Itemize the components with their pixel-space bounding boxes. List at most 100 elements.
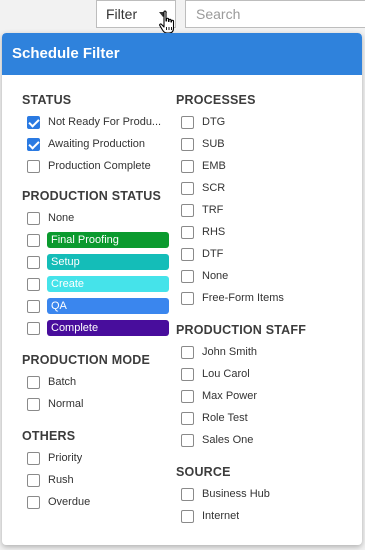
- checkbox[interactable]: [27, 255, 40, 269]
- process-item-emb[interactable]: EMB: [176, 155, 356, 177]
- checkbox[interactable]: [27, 451, 40, 465]
- item-label: Normal: [48, 398, 84, 410]
- checkbox[interactable]: [181, 225, 194, 239]
- checkbox[interactable]: [181, 159, 194, 173]
- production-mode-item-batch[interactable]: Batch: [22, 371, 172, 393]
- section-title-status: STATUS: [22, 93, 72, 107]
- status-chip-setup: Setup: [47, 254, 169, 270]
- left-column: STATUS Not Ready For Produ... Awaiting P…: [22, 89, 172, 513]
- section-title-source: SOURCE: [176, 465, 231, 479]
- checkbox[interactable]: [181, 181, 194, 195]
- production-status-item-none[interactable]: None: [22, 207, 172, 229]
- item-label: EMB: [202, 160, 226, 172]
- item-label: Priority: [48, 452, 83, 464]
- others-item-priority[interactable]: Priority: [22, 447, 172, 469]
- section-title-production-staff: PRODUCTION STAFF: [176, 323, 307, 337]
- checkbox[interactable]: [181, 345, 194, 359]
- status-chip-final-proofing: Final Proofing: [47, 232, 169, 248]
- section-title-processes: PROCESSES: [176, 93, 256, 107]
- process-item-none[interactable]: None: [176, 265, 356, 287]
- process-item-trf[interactable]: TRF: [176, 199, 356, 221]
- section-title-production-status: PRODUCTION STATUS: [22, 189, 162, 203]
- item-label: SCR: [202, 182, 226, 194]
- item-label: None: [48, 212, 75, 224]
- item-label: Overdue: [48, 496, 91, 508]
- staff-item-john-smith[interactable]: John Smith: [176, 341, 356, 363]
- checkbox[interactable]: [27, 473, 40, 487]
- item-label: SUB: [202, 138, 225, 150]
- checkbox[interactable]: [181, 487, 194, 501]
- checkbox[interactable]: [27, 211, 40, 225]
- search-placeholder: Search: [196, 6, 241, 22]
- checkbox[interactable]: [181, 269, 194, 283]
- schedule-filter-panel: Schedule Filter STATUS Not Ready For Pro…: [2, 33, 362, 545]
- checkbox[interactable]: [27, 277, 40, 291]
- source-item-internet[interactable]: Internet: [176, 505, 356, 527]
- process-item-rhs[interactable]: RHS: [176, 221, 356, 243]
- checkbox[interactable]: [181, 367, 194, 381]
- item-label: TRF: [202, 204, 224, 216]
- checkbox[interactable]: [27, 321, 40, 335]
- item-label: Production Complete: [48, 160, 151, 172]
- status-chip-qa: QA: [47, 298, 169, 314]
- status-item-production-complete[interactable]: Production Complete: [22, 155, 172, 177]
- checkbox-checked[interactable]: [27, 115, 40, 129]
- checkbox[interactable]: [27, 397, 40, 411]
- checkbox[interactable]: [27, 159, 40, 173]
- item-label: None: [202, 270, 229, 282]
- status-item-awaiting-production[interactable]: Awaiting Production: [22, 133, 172, 155]
- item-label: Batch: [48, 376, 77, 388]
- item-label: Free-Form Items: [202, 292, 284, 304]
- checkbox[interactable]: [181, 433, 194, 447]
- production-status-item-complete[interactable]: Complete: [22, 317, 172, 339]
- production-mode-item-normal[interactable]: Normal: [22, 393, 172, 415]
- process-item-free-form[interactable]: Free-Form Items: [176, 287, 356, 309]
- checkbox[interactable]: [27, 375, 40, 389]
- staff-item-sales-one[interactable]: Sales One: [176, 429, 356, 451]
- checkbox[interactable]: [181, 247, 194, 261]
- checkbox[interactable]: [27, 299, 40, 313]
- staff-item-max-power[interactable]: Max Power: [176, 385, 356, 407]
- staff-item-role-test[interactable]: Role Test: [176, 407, 356, 429]
- status-item-not-ready[interactable]: Not Ready For Produ...: [22, 111, 172, 133]
- checkbox[interactable]: [181, 291, 194, 305]
- production-status-item-final-proofing[interactable]: Final Proofing: [22, 229, 172, 251]
- checkbox[interactable]: [181, 203, 194, 217]
- process-item-dtf[interactable]: DTF: [176, 243, 356, 265]
- right-column: PROCESSES DTG SUB EMB SCR TRF RHS DTF No…: [176, 89, 356, 527]
- status-chip-complete: Complete: [47, 320, 169, 336]
- item-label: DTF: [202, 248, 224, 260]
- item-label: Not Ready For Produ...: [48, 116, 162, 128]
- production-status-item-qa[interactable]: QA: [22, 295, 172, 317]
- checkbox[interactable]: [27, 495, 40, 509]
- staff-item-lou-carol[interactable]: Lou Carol: [176, 363, 356, 385]
- others-item-rush[interactable]: Rush: [22, 469, 172, 491]
- section-title-others: OTHERS: [22, 429, 76, 443]
- item-label: Rush: [48, 474, 74, 486]
- item-label: Max Power: [202, 390, 258, 402]
- checkbox[interactable]: [181, 411, 194, 425]
- top-toolbar: Filter Search: [0, 0, 365, 34]
- item-label: Sales One: [202, 434, 254, 446]
- production-status-item-create[interactable]: Create: [22, 273, 172, 295]
- checkbox-checked[interactable]: [27, 137, 40, 151]
- process-item-sub[interactable]: SUB: [176, 133, 356, 155]
- item-label: John Smith: [202, 346, 258, 358]
- source-item-business-hub[interactable]: Business Hub: [176, 483, 356, 505]
- search-input[interactable]: Search: [185, 0, 365, 28]
- checkbox[interactable]: [181, 389, 194, 403]
- item-label: Role Test: [202, 412, 248, 424]
- process-item-dtg[interactable]: DTG: [176, 111, 356, 133]
- checkbox[interactable]: [181, 509, 194, 523]
- item-label: Awaiting Production: [48, 138, 146, 150]
- checkbox[interactable]: [181, 137, 194, 151]
- item-label: DTG: [202, 116, 226, 128]
- checkbox[interactable]: [27, 233, 40, 247]
- section-title-production-mode: PRODUCTION MODE: [22, 353, 150, 367]
- item-label: Business Hub: [202, 488, 270, 500]
- process-item-scr[interactable]: SCR: [176, 177, 356, 199]
- others-item-overdue[interactable]: Overdue: [22, 491, 172, 513]
- checkbox[interactable]: [181, 115, 194, 129]
- production-status-item-setup[interactable]: Setup: [22, 251, 172, 273]
- item-label: Internet: [202, 510, 240, 522]
